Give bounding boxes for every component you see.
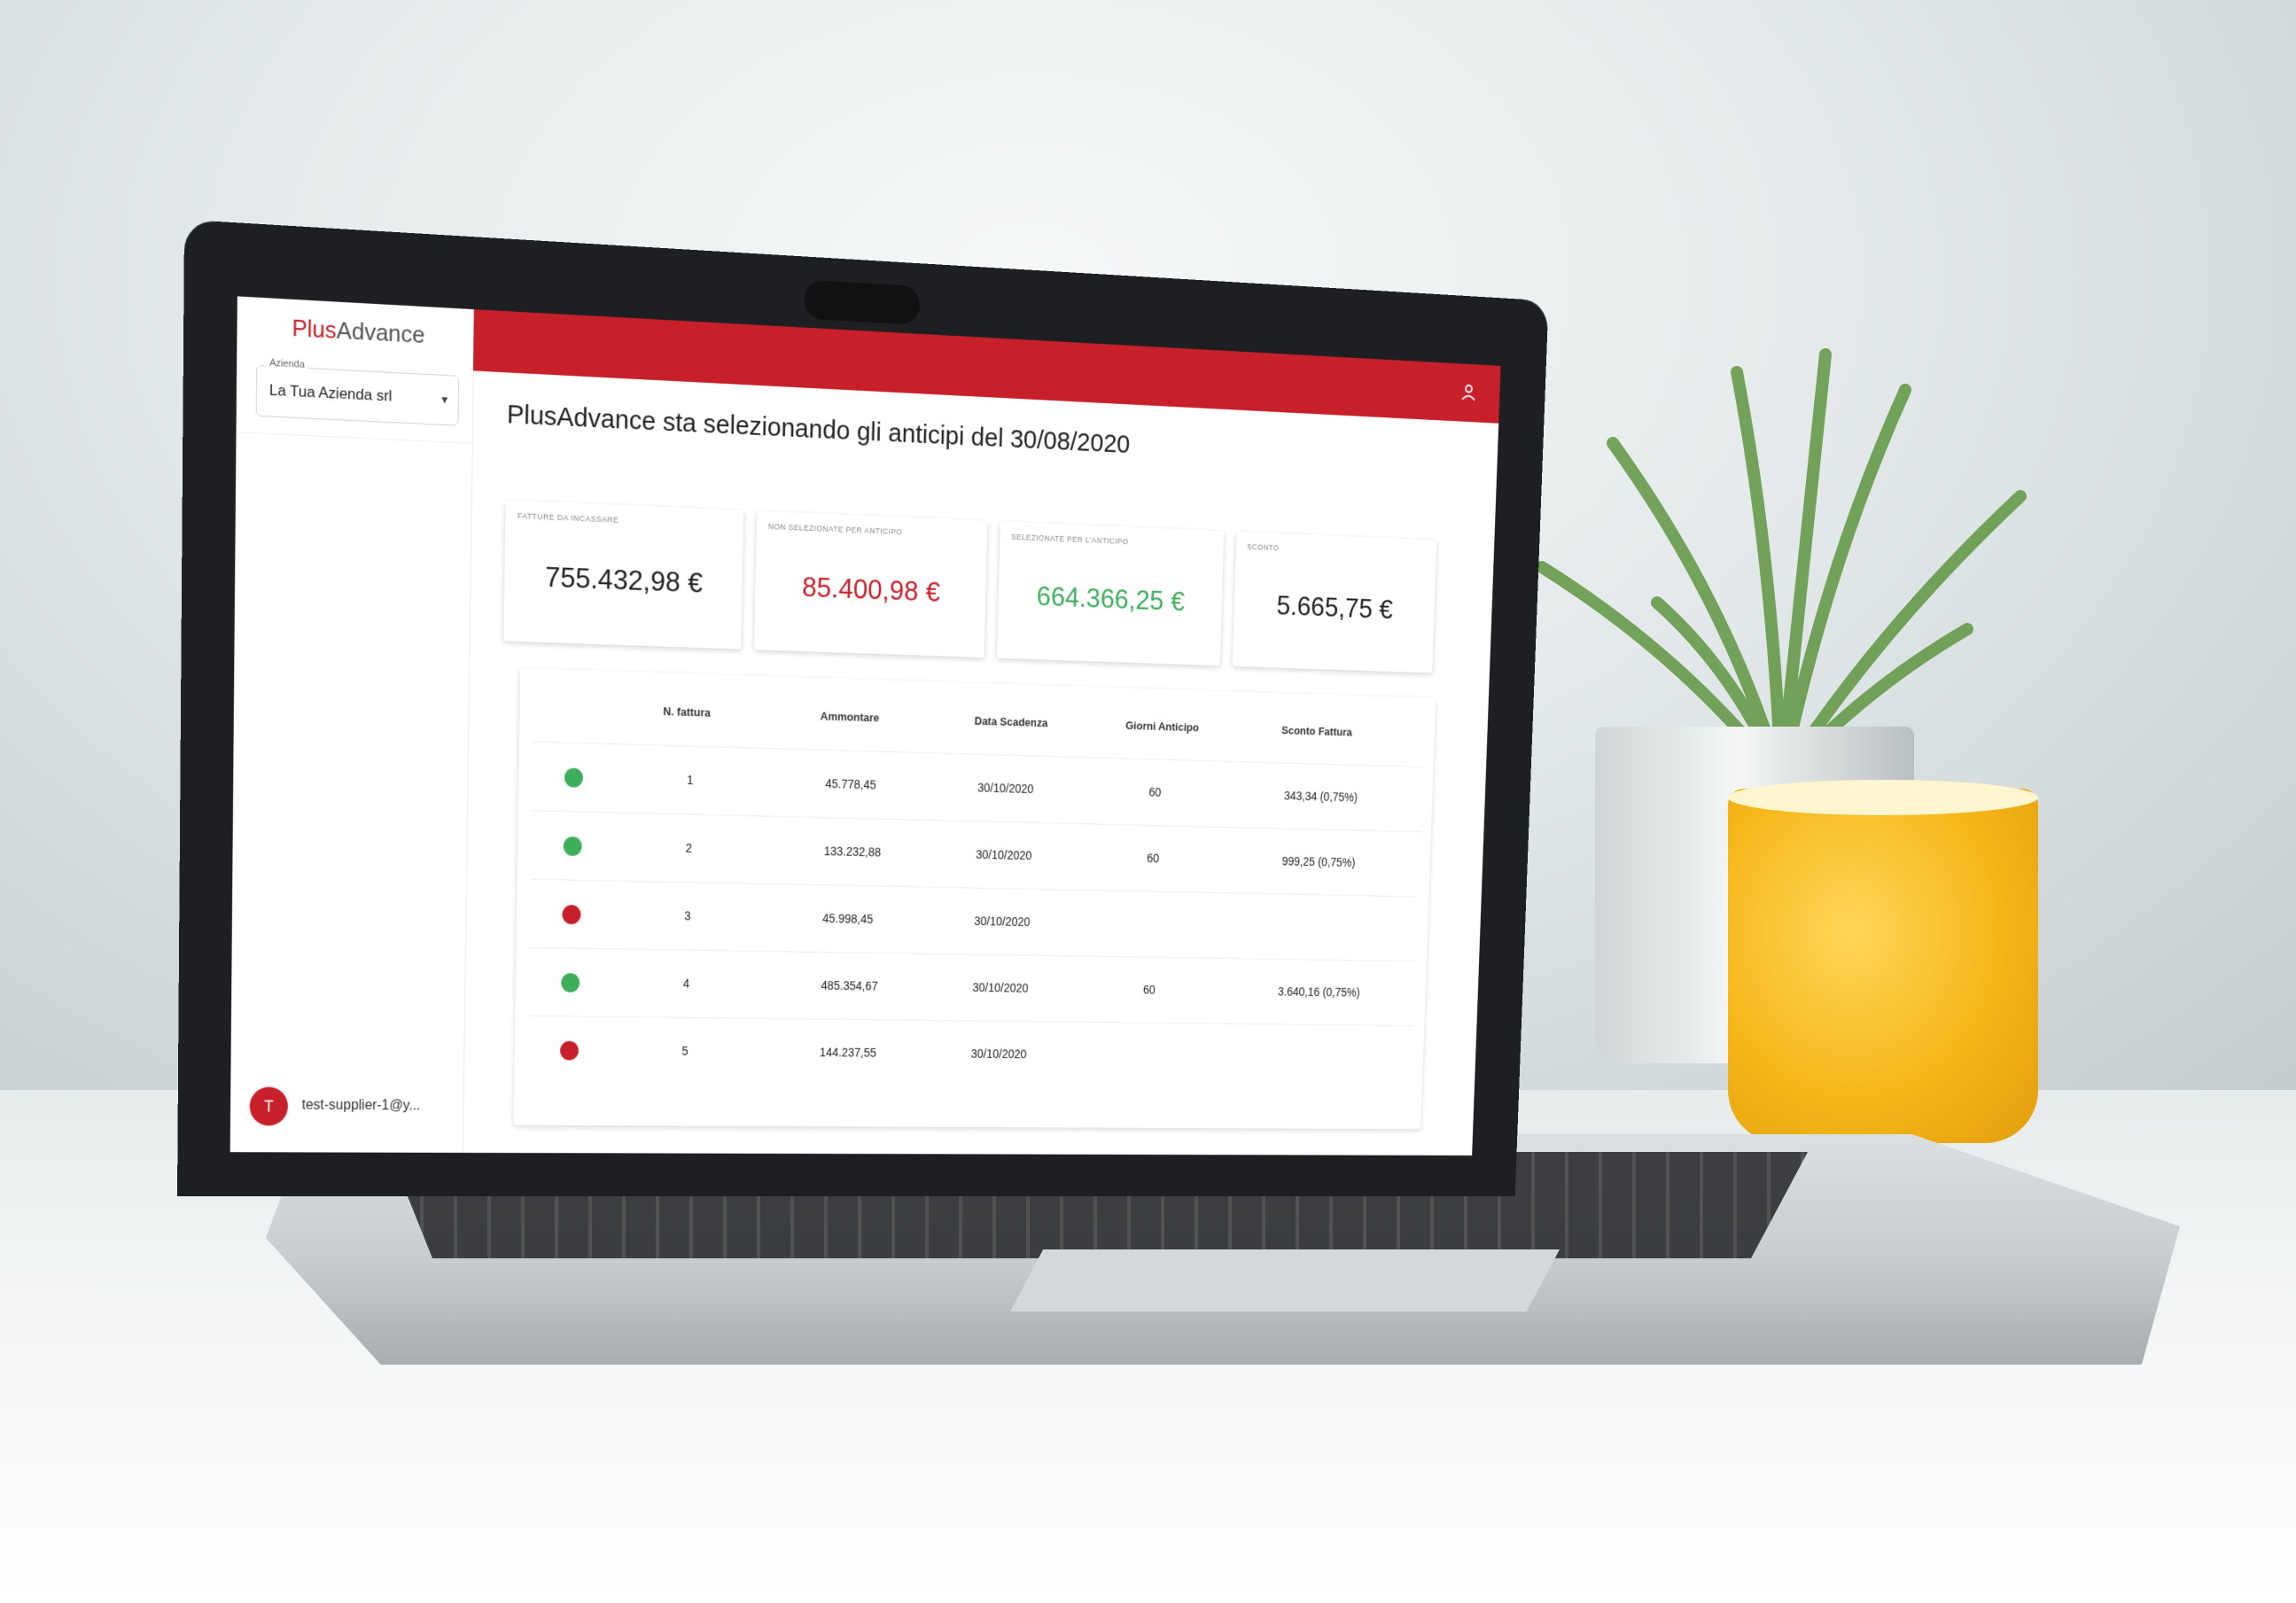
invoices-table: N. fattura Ammontare Data Scadenza Giorn…	[513, 668, 1436, 1130]
cell-discount: 343,34 (0,75%)	[1283, 789, 1358, 805]
sidebar-divider	[236, 432, 472, 444]
app-screen: PlusAdvance Azienda La Tua Azienda srl ▾…	[230, 296, 1501, 1156]
company-select-value: La Tua Azienda srl	[269, 381, 393, 405]
column-header-due-date[interactable]: Data Scadenza	[974, 714, 1047, 729]
cell-amount: 144.237,55	[819, 1045, 877, 1060]
card-label: SCONTO	[1247, 542, 1280, 553]
logo-advance: Advance	[336, 316, 425, 349]
yellow-cup	[1728, 789, 2038, 1143]
cell-discount: 3.640,16 (0,75%)	[1277, 984, 1360, 1000]
cell-amount: 45.998,45	[821, 911, 874, 926]
cell-due-date: 30/10/2020	[970, 1047, 1027, 1062]
page-title: PlusAdvance sta selezionando gli anticip…	[506, 399, 1131, 459]
summary-card-selected: SELEZIONATE PER L'ANTICIPO 664.366,25 €	[997, 521, 1225, 666]
card-label: SELEZIONATE PER L'ANTICIPO	[1011, 532, 1129, 547]
status-dot-red	[559, 1040, 580, 1061]
cell-invoice-number: 3	[684, 908, 691, 923]
user-account[interactable]: T test-supplier-1@y...	[249, 1081, 456, 1135]
laptop-trackpad	[1010, 1249, 1560, 1311]
chevron-down-icon[interactable]: ▾	[441, 392, 448, 408]
cell-days: 60	[1147, 851, 1160, 866]
app-logo[interactable]: PlusAdvance	[292, 314, 424, 349]
cell-discount: 999,25 (0,75%)	[1281, 854, 1356, 869]
cell-amount: 133.232,88	[823, 844, 882, 860]
sidebar: PlusAdvance Azienda La Tua Azienda srl ▾…	[230, 296, 475, 1153]
status-dot-red	[562, 905, 581, 925]
status-dot-green	[563, 836, 582, 857]
column-header-discount[interactable]: Sconto Fattura	[1281, 724, 1352, 739]
avatar[interactable]: T	[249, 1086, 289, 1126]
company-select[interactable]: Azienda La Tua Azienda srl ▾	[255, 357, 460, 426]
card-value: 85.400,98 €	[801, 571, 941, 608]
card-value: 755.432,98 €	[544, 560, 704, 599]
card-label: FATTURE DA INCASSARE	[517, 510, 619, 525]
cell-days: 60	[1142, 983, 1156, 997]
user-icon[interactable]	[1460, 383, 1478, 402]
webcam	[804, 279, 921, 325]
logo-plus: Plus	[292, 314, 337, 344]
card-value: 5.665,75 €	[1276, 589, 1394, 625]
cell-invoice-number: 5	[681, 1044, 689, 1058]
column-header-invoice[interactable]: N. fattura	[663, 704, 711, 719]
table-row[interactable]: 4 485.354,67 30/10/2020 60 3.640,16 (0,7…	[528, 946, 1416, 1027]
company-select-label: Azienda	[266, 357, 308, 371]
cell-amount: 45.778,45	[825, 776, 876, 792]
cell-invoice-number: 1	[686, 773, 694, 788]
cell-due-date: 30/10/2020	[976, 847, 1032, 863]
table-row[interactable]: 5 144.237,55 30/10/2020	[527, 1015, 1414, 1091]
cell-due-date: 30/10/2020	[974, 914, 1031, 929]
cell-due-date: 30/10/2020	[977, 780, 1034, 796]
column-header-amount[interactable]: Ammontare	[821, 710, 880, 725]
summary-card-invoices: FATTURE DA INCASSARE 755.432,98 €	[503, 500, 744, 650]
status-dot-green	[561, 973, 580, 992]
column-header-days[interactable]: Giorni Anticipo	[1125, 719, 1199, 734]
status-dot-green	[564, 767, 584, 788]
summary-card-not-selected: NON SELEZIONATE PER ANTICIPO 85.400,98 €	[754, 510, 988, 658]
cell-invoice-number: 2	[685, 840, 693, 855]
cell-amount: 485.354,67	[821, 978, 878, 993]
cell-invoice-number: 4	[682, 976, 690, 991]
cell-due-date: 30/10/2020	[972, 980, 1029, 995]
card-label: NON SELEZIONATE PER ANTICIPO	[767, 522, 903, 537]
user-email: test-supplier-1@y...	[301, 1097, 421, 1114]
card-value: 664.366,25 €	[1036, 580, 1186, 617]
cup-rim	[1728, 780, 2038, 815]
laptop-lid: PlusAdvance Azienda La Tua Azienda srl ▾…	[177, 219, 1549, 1197]
cell-days: 60	[1148, 785, 1162, 799]
summary-card-discount: SCONTO 5.665,75 €	[1232, 532, 1437, 673]
